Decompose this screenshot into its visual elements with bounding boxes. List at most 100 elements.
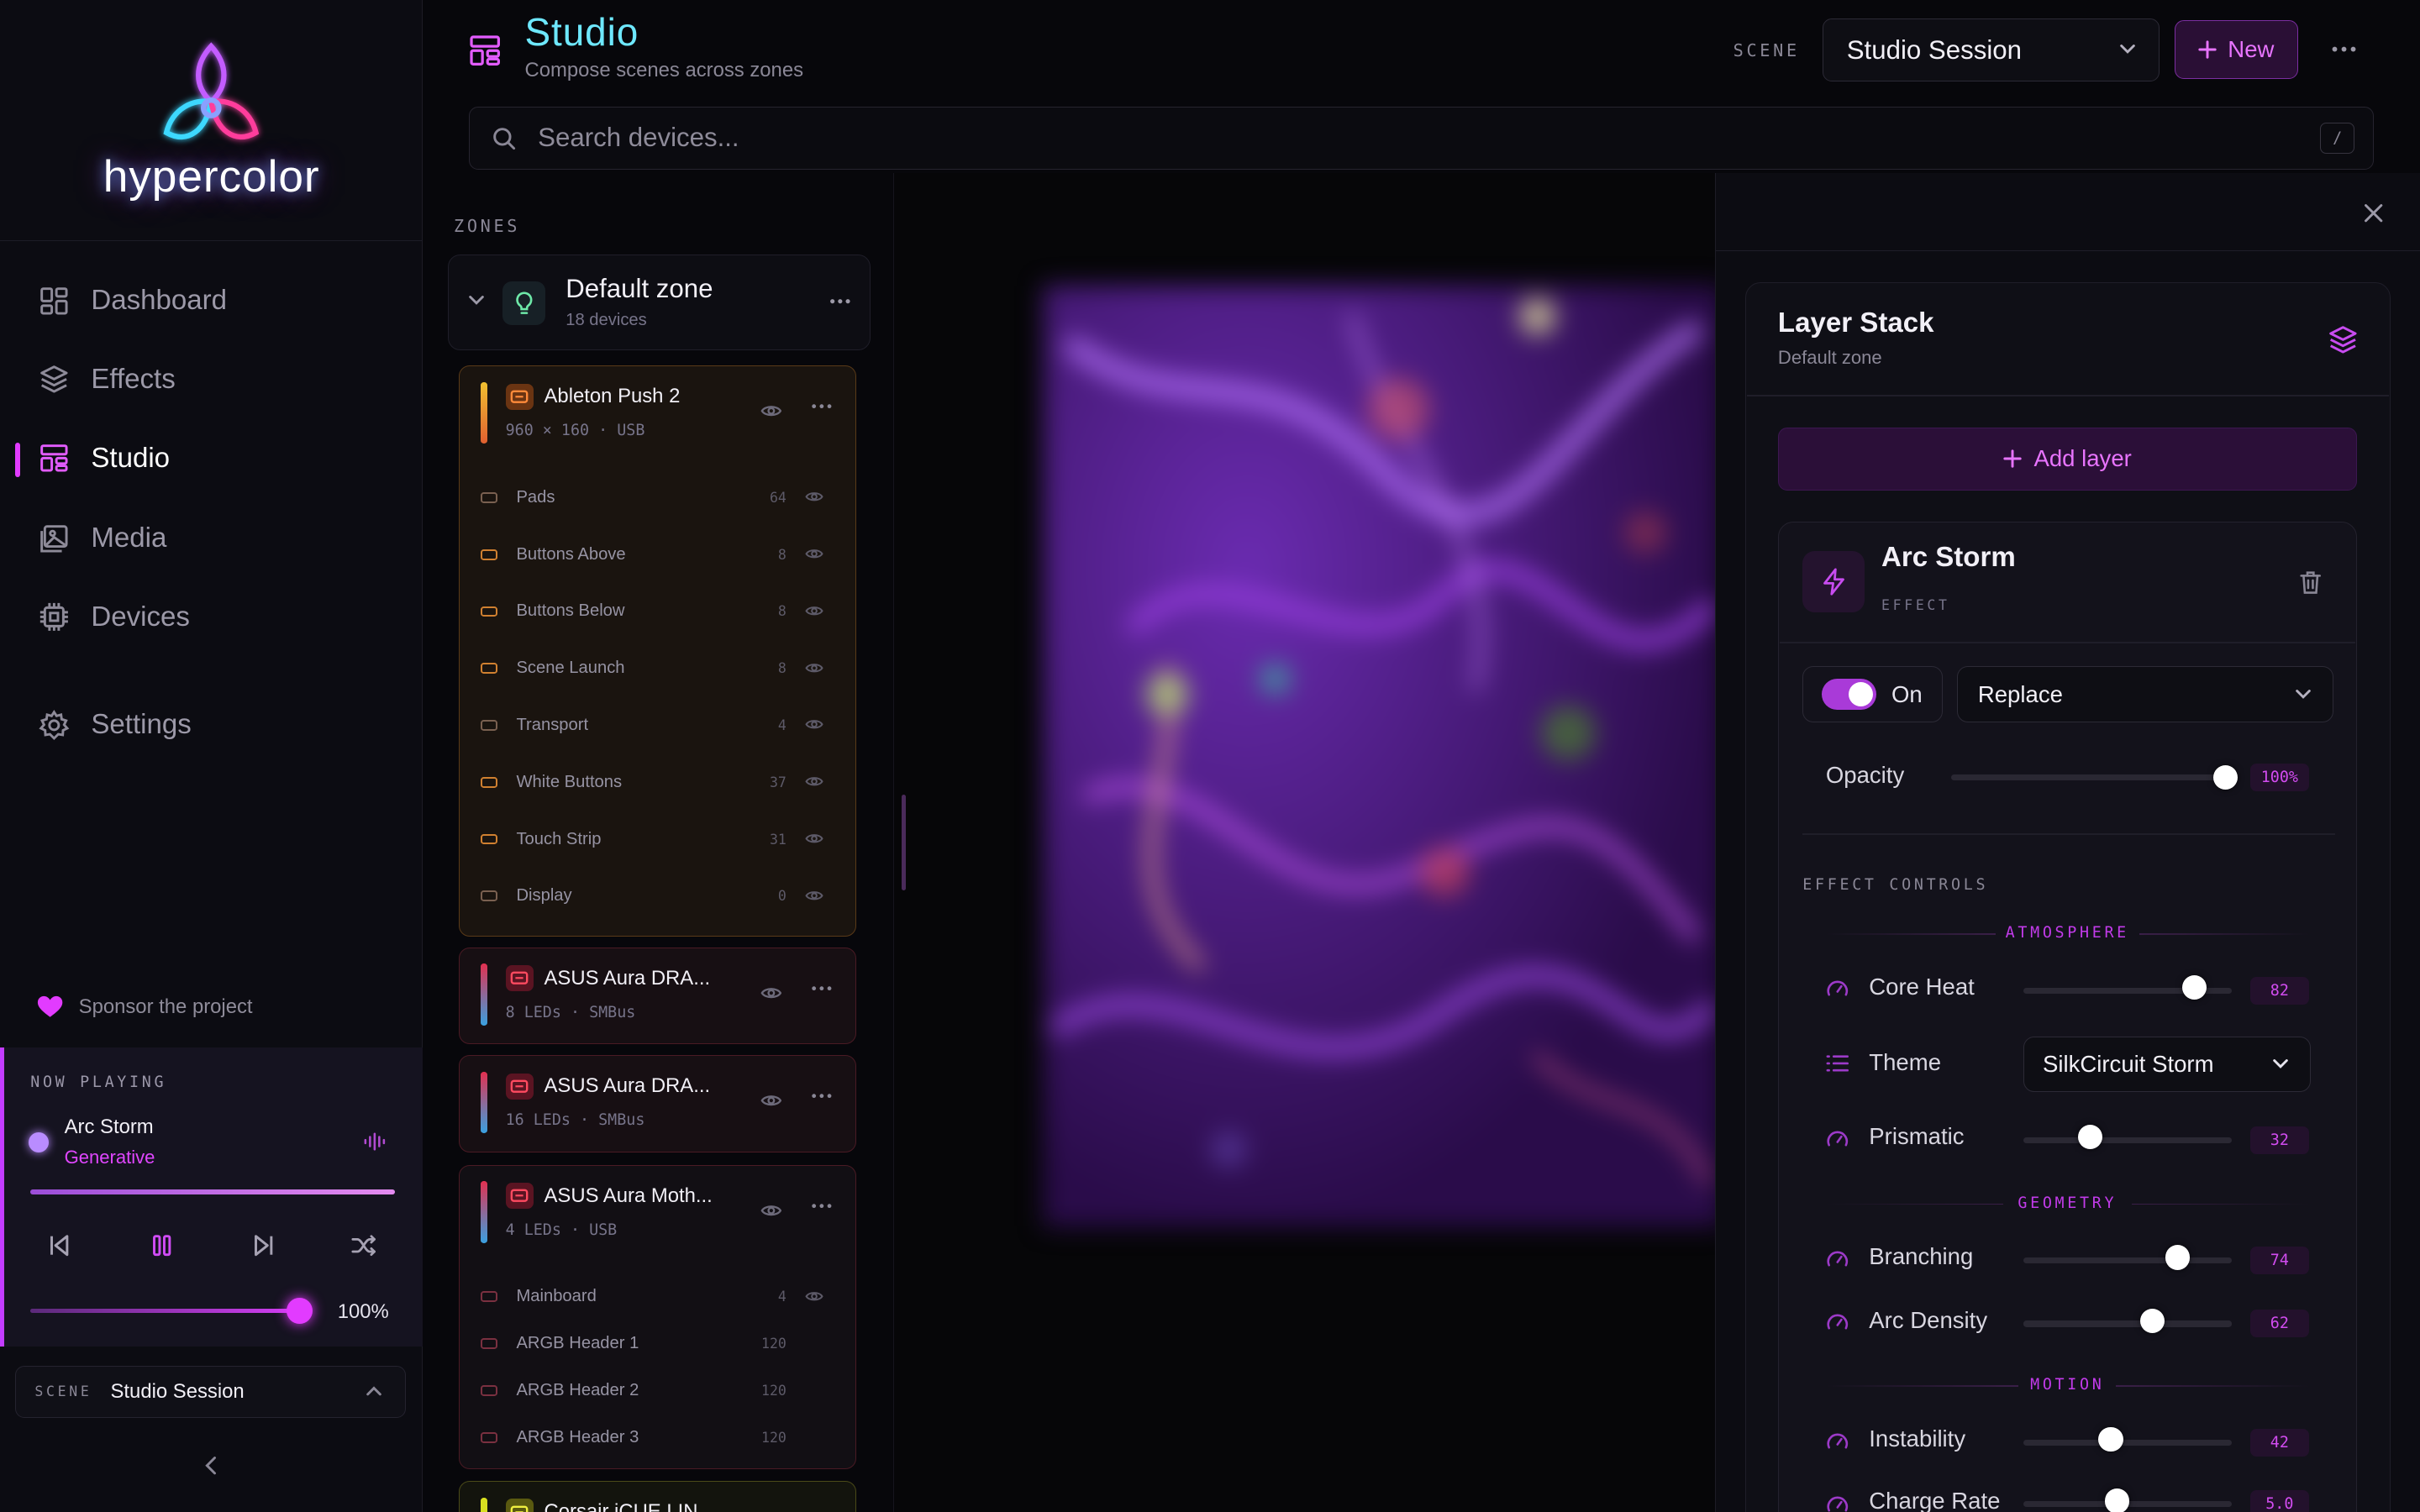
visibility-eye-icon[interactable] xyxy=(805,604,823,618)
sponsor-link[interactable]: Sponsor the project xyxy=(37,995,253,1019)
new-scene-button[interactable]: New xyxy=(2174,19,2298,79)
chevron-down-icon[interactable] xyxy=(467,292,486,307)
visibility-eye-icon[interactable] xyxy=(805,490,823,504)
close-icon[interactable] xyxy=(2361,201,2386,225)
visibility-eye-icon[interactable] xyxy=(805,1289,823,1304)
visibility-eye-icon[interactable] xyxy=(760,985,782,1000)
device-meta: 16 LEDs · SMBus xyxy=(505,1111,645,1130)
segment-label: Transport xyxy=(516,716,589,735)
segment-label: White Buttons xyxy=(516,772,623,791)
resize-handle[interactable] xyxy=(901,794,907,890)
arc-density-knob[interactable] xyxy=(2140,1308,2165,1333)
device-segment-row[interactable]: Mainboard 4 xyxy=(481,1280,839,1314)
segment-icon xyxy=(481,1291,498,1303)
zone-header[interactable]: Default zone 18 devices xyxy=(447,255,871,350)
opacity-slider[interactable] xyxy=(1950,774,2226,781)
shuffle-icon[interactable] xyxy=(351,1233,377,1257)
device-segment-row[interactable]: ARGB Header 1 120 xyxy=(481,1327,839,1361)
pause-icon[interactable] xyxy=(150,1233,174,1257)
device-segment-row[interactable]: Buttons Below 8 xyxy=(481,595,839,628)
nav-item-studio[interactable]: Studio xyxy=(0,428,423,489)
charge-rate-knob[interactable] xyxy=(2104,1488,2130,1512)
segment-count: 120 xyxy=(761,1383,786,1399)
device-segment-row[interactable]: White Buttons 37 xyxy=(481,765,839,799)
instability-knob[interactable] xyxy=(2098,1426,2123,1452)
chevron-down-icon xyxy=(2296,689,2312,699)
device-card[interactable]: ASUS Aura Moth... 4 LEDs · USB Mainboard 4 A… xyxy=(458,1164,857,1469)
previous-icon[interactable] xyxy=(47,1233,71,1257)
nav-item-media[interactable]: Media xyxy=(0,507,423,569)
page-subtitle: Compose scenes across zones xyxy=(524,58,804,81)
visibility-eye-icon[interactable] xyxy=(805,547,823,561)
device-card[interactable]: ASUS Aura DRA... 8 LEDs · SMBus xyxy=(458,947,857,1045)
device-segment-row[interactable]: Pads 64 xyxy=(481,480,839,514)
nav-item-dashboard[interactable]: Dashboard xyxy=(0,270,423,331)
device-options-icon[interactable] xyxy=(811,1093,833,1099)
controls-divider xyxy=(1802,832,2335,835)
plus-icon xyxy=(2003,449,2022,469)
now-playing-title: Arc Storm xyxy=(64,1115,154,1138)
device-search: / xyxy=(469,106,2374,171)
instability-slider[interactable] xyxy=(2023,1439,2232,1446)
zone-options-icon[interactable] xyxy=(829,298,851,304)
nav-item-effects[interactable]: Effects xyxy=(0,349,423,410)
add-layer-label: Add layer xyxy=(2033,445,2132,472)
device-card[interactable]: ASUS Aura DRA... 16 LEDs · SMBus xyxy=(458,1055,857,1153)
playback-progress[interactable] xyxy=(30,1189,395,1194)
nav-item-settings[interactable]: Settings xyxy=(0,695,423,756)
collapse-sidebar-icon[interactable] xyxy=(201,1453,223,1478)
device-options-icon[interactable] xyxy=(811,1203,833,1209)
visibility-eye-icon[interactable] xyxy=(760,1203,782,1218)
sidebar-scene-selector[interactable]: SCENE Studio Session xyxy=(15,1365,407,1418)
hypercolor-logo-icon xyxy=(163,42,260,140)
device-segment-row[interactable]: Buttons Above 8 xyxy=(481,538,839,571)
prismatic-slider[interactable] xyxy=(2023,1137,2232,1144)
effect-bolt-icon xyxy=(1802,550,1865,613)
device-name: Ableton Push 2 xyxy=(544,385,681,408)
device-segment-row[interactable]: ARGB Header 2 120 xyxy=(481,1374,839,1408)
volume-slider[interactable] xyxy=(30,1308,299,1314)
layer-enabled-toggle[interactable] xyxy=(1822,679,1876,710)
device-segment-row[interactable]: Display 0 xyxy=(481,879,839,913)
core-heat-knob[interactable] xyxy=(2181,974,2207,1000)
scene-value: Studio Session xyxy=(110,1379,245,1403)
device-segment-row[interactable]: Touch Strip 31 xyxy=(481,822,839,856)
device-segment-row[interactable]: ARGB Header 3 120 xyxy=(481,1421,839,1455)
studio-header-icon xyxy=(469,35,500,66)
device-options-icon[interactable] xyxy=(811,403,833,409)
blend-mode-select[interactable]: Replace xyxy=(1956,666,2334,722)
audio-wave-icon[interactable] xyxy=(364,1132,386,1151)
nav-item-devices[interactable]: Devices xyxy=(0,586,423,648)
theme-select[interactable]: SilkCircuit Storm xyxy=(2023,1037,2311,1093)
branching-knob[interactable] xyxy=(2165,1245,2191,1270)
segment-count: 0 xyxy=(777,888,786,905)
more-options-icon[interactable] xyxy=(2330,35,2358,63)
segment-count: 8 xyxy=(777,546,786,563)
branching-slider[interactable] xyxy=(2023,1257,2232,1264)
arc-density-slider[interactable] xyxy=(2023,1320,2232,1327)
logo-area: hypercolor xyxy=(0,0,424,241)
visibility-eye-icon[interactable] xyxy=(760,1093,782,1108)
device-card[interactable]: Ableton Push 2 960 × 160 · USB Pads 64 Butto… xyxy=(458,365,857,937)
visibility-eye-icon[interactable] xyxy=(805,889,823,903)
device-segment-row[interactable]: Scene Launch 8 xyxy=(481,652,839,685)
visibility-eye-icon[interactable] xyxy=(805,661,823,675)
nav-label: Devices xyxy=(91,601,190,633)
device-card[interactable]: Corsair iCUE LIN... xyxy=(458,1481,857,1512)
device-options-icon[interactable] xyxy=(811,985,833,991)
device-segment-row[interactable]: Transport 4 xyxy=(481,708,839,742)
visibility-eye-icon[interactable] xyxy=(805,832,823,846)
segment-count: 4 xyxy=(777,1289,786,1305)
segment-icon xyxy=(481,890,498,902)
scene-select[interactable]: Studio Session xyxy=(1823,18,2160,82)
trash-icon[interactable] xyxy=(2298,570,2323,596)
volume-knob[interactable] xyxy=(287,1297,313,1324)
next-icon[interactable] xyxy=(251,1233,276,1257)
visibility-eye-icon[interactable] xyxy=(805,717,823,732)
add-layer-button[interactable]: Add layer xyxy=(1777,427,2357,491)
visibility-eye-icon[interactable] xyxy=(760,403,782,418)
search-input[interactable] xyxy=(538,123,2236,154)
visibility-eye-icon[interactable] xyxy=(805,774,823,789)
segment-label: Display xyxy=(516,886,572,906)
segment-label: Touch Strip xyxy=(516,829,602,848)
